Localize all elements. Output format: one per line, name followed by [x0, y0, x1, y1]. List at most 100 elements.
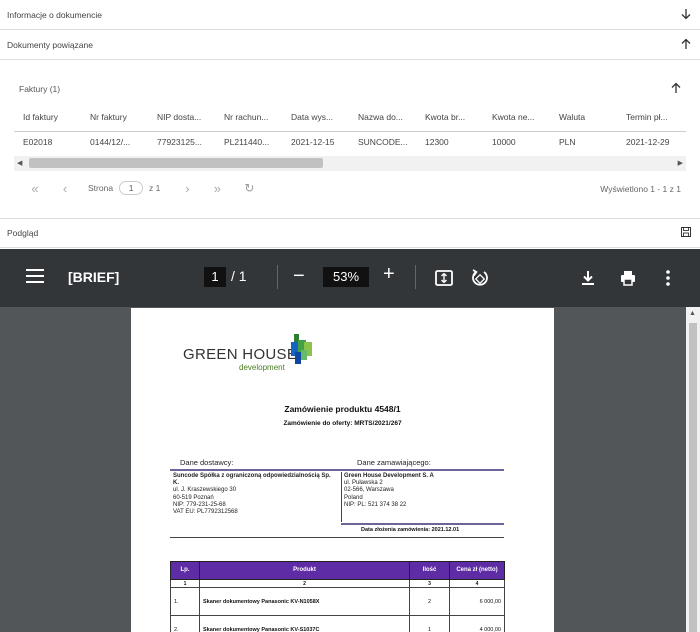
- buyer-line: NIP: PL: 521 374 38 22: [344, 501, 407, 508]
- order-title: Zamówienie produktu 4548/1: [284, 404, 401, 414]
- scroll-left-icon[interactable]: ◀: [17, 159, 22, 167]
- invoices-collapse-arrow-up-icon[interactable]: [670, 82, 682, 96]
- supplier-line: ul. J. Kraszewskiego 30: [173, 487, 237, 494]
- toolbar-divider: [277, 265, 278, 289]
- displayed-count: Wyświetlono 1 - 1 z 1: [600, 184, 681, 194]
- buyer-details: Green House Development S. A ul. Puławsk…: [344, 473, 499, 509]
- column-header[interactable]: Nazwa do...: [349, 103, 416, 132]
- first-page-icon[interactable]: «: [20, 181, 50, 196]
- products-header-cell: Produkt: [199, 561, 410, 580]
- buyer-name: Green House Development S. A: [344, 473, 434, 479]
- table-cell: 1: [170, 579, 200, 588]
- related-documents-title: Dokumenty powiązane: [7, 39, 93, 50]
- divider-line: [170, 469, 504, 471]
- more-options-icon[interactable]: [658, 268, 678, 288]
- table-cell: 2021-12-29: [626, 137, 670, 148]
- zoom-in-icon[interactable]: +: [383, 263, 395, 286]
- arrow-up-icon[interactable]: [680, 38, 692, 52]
- buyer-label: Dane zamawiającego:: [357, 458, 431, 467]
- column-header[interactable]: Data wys...: [282, 103, 349, 132]
- preview-section-header: Podgląd: [0, 218, 700, 248]
- refresh-icon[interactable]: ↻: [244, 181, 254, 195]
- document-info-section-header[interactable]: Informacje o dokumencie: [0, 0, 700, 30]
- save-icon[interactable]: [680, 226, 692, 240]
- green-house-logo-icon: [291, 334, 312, 364]
- column-header[interactable]: Waluta: [550, 103, 617, 132]
- logo-text: GREEN HOUSE: [183, 346, 298, 363]
- column-header[interactable]: Kwota ne...: [483, 103, 550, 132]
- print-icon[interactable]: [618, 268, 638, 288]
- table-cell: 12300: [425, 137, 449, 148]
- buyer-line: 02-566, Warszawa: [344, 487, 394, 494]
- table-cell: 6 000,00: [449, 587, 505, 616]
- zoom-out-icon[interactable]: −: [293, 265, 305, 288]
- table-cell: 2: [199, 579, 410, 588]
- pdf-document-title: [BRIEF]: [68, 269, 120, 285]
- fit-page-icon[interactable]: [434, 268, 454, 288]
- arrow-down-icon[interactable]: [680, 8, 692, 22]
- related-documents-section-header[interactable]: Dokumenty powiązane: [0, 30, 700, 60]
- supplier-line: 60-519 Poznań: [173, 494, 214, 501]
- page-label: Strona: [88, 183, 114, 193]
- table-row: 1. Skaner dokumentowy Panasonic KV-N1058…: [170, 587, 505, 616]
- table-cell: 4 000,00: [449, 615, 505, 632]
- invoices-header-row: Id faktury Nr faktury NIP dosta... Nr ra…: [14, 103, 686, 132]
- column-header[interactable]: NIP dosta...: [148, 103, 215, 132]
- table-cell: 77923125...: [157, 137, 202, 148]
- toolbar-divider: [415, 265, 416, 289]
- products-header-row: Lp. Produkt Ilość Cena zł (netto): [170, 561, 505, 580]
- document-info-title: Informacje o dokumencie: [7, 9, 102, 20]
- invoices-title: Faktury (1): [19, 84, 61, 94]
- next-page-icon[interactable]: ›: [172, 181, 202, 196]
- pdf-vertical-scrollbar[interactable]: ▲: [686, 307, 700, 632]
- products-number-row: 1 2 3 4: [170, 579, 505, 588]
- table-cell: Skaner dokumentowy Panasonic KV-S1037C: [199, 615, 410, 632]
- pdf-page: GREEN HOUSE development Zamówienie produ…: [131, 308, 554, 632]
- column-header[interactable]: Nr faktury: [81, 103, 148, 132]
- zoom-level-field[interactable]: 53%: [323, 267, 369, 287]
- menu-icon[interactable]: [26, 269, 44, 287]
- table-cell: 2: [409, 587, 450, 616]
- table-cell: PLN: [559, 137, 576, 148]
- logo-subtext: development: [239, 363, 285, 372]
- pdf-toolbar: [BRIEF] 1 / 1 − 53% +: [0, 249, 700, 307]
- page-number-field[interactable]: 1: [204, 267, 226, 287]
- page-count: / 1: [231, 268, 247, 284]
- table-cell: 2.: [170, 615, 200, 632]
- rotate-icon[interactable]: [470, 268, 490, 288]
- table-cell: 1: [409, 615, 450, 632]
- table-cell: 1.: [170, 587, 200, 616]
- table-cell: 0144/12/...: [90, 137, 131, 148]
- table-cell: PL211440...: [224, 137, 270, 148]
- supplier-line: NIP: 779-231-25-68: [173, 501, 226, 508]
- previous-page-icon[interactable]: ‹: [50, 181, 80, 196]
- order-date: Data złożenia zamówienia: 2021.12.01: [361, 527, 460, 533]
- table-cell: 3: [409, 579, 450, 588]
- last-page-icon[interactable]: »: [202, 181, 232, 196]
- page-number-input[interactable]: [119, 181, 144, 195]
- table-cell: 10000: [492, 137, 516, 148]
- horizontal-scroll-thumb[interactable]: [29, 158, 323, 168]
- supplier-label: Dane dostawcy:: [180, 458, 234, 467]
- scroll-right-icon[interactable]: ▶: [678, 159, 683, 167]
- invoices-table: Id faktury Nr faktury NIP dosta... Nr ra…: [14, 103, 686, 153]
- products-header-cell: Lp.: [170, 561, 200, 580]
- column-header[interactable]: Kwota br...: [416, 103, 483, 132]
- column-header[interactable]: Termin pł...: [617, 103, 686, 132]
- horizontal-scrollbar[interactable]: ◀ ▶: [14, 156, 686, 171]
- table-cell: 2021-12-15: [291, 137, 335, 148]
- column-divider: [341, 472, 342, 522]
- column-header[interactable]: Id faktury: [14, 103, 81, 132]
- pdf-viewer: [BRIEF] 1 / 1 − 53% + ▲ GREEN HOUSE deve…: [0, 249, 700, 632]
- scroll-up-icon[interactable]: ▲: [689, 310, 696, 317]
- supplier-name: Suncode Spółka z ograniczoną odpowiedzia…: [173, 473, 331, 487]
- column-header[interactable]: Nr rachun...: [215, 103, 282, 132]
- order-subtitle: Zamówienie do oferty: MRTS/2021/267: [283, 420, 402, 427]
- supplier-details: Suncode Spółka z ograniczoną odpowiedzia…: [173, 473, 333, 516]
- products-header-cell: Cena zł (netto): [449, 561, 505, 580]
- table-cell: 4: [449, 579, 505, 588]
- vertical-scroll-thumb[interactable]: [689, 323, 697, 632]
- table-row[interactable]: E02018 0144/12/... 77923125... PL211440.…: [14, 131, 686, 153]
- download-icon[interactable]: [578, 268, 598, 288]
- divider-line: [341, 523, 504, 525]
